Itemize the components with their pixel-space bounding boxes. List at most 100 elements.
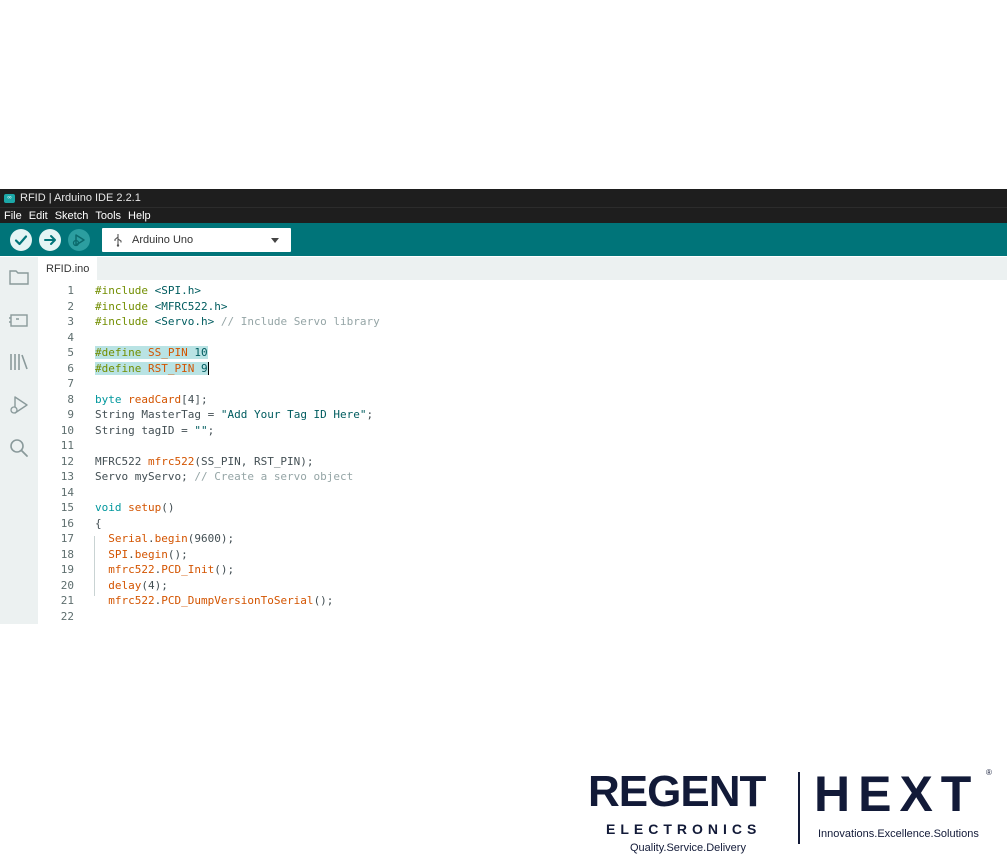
line-content: #include <MFRC522.h> xyxy=(95,300,227,313)
code-token: "" xyxy=(194,423,208,437)
code-line[interactable]: 15 void setup() xyxy=(38,500,1007,516)
line-number: 15 xyxy=(60,501,74,515)
code-token: delay xyxy=(108,578,142,592)
code-token: #define xyxy=(95,361,148,375)
board-selector[interactable]: Arduino Uno xyxy=(102,228,291,252)
code-line[interactable]: 1 #include <SPI.h> xyxy=(38,283,1007,299)
code-editor[interactable]: 1 #include <SPI.h> 2 #include <MFRC522.h> 3 #… xyxy=(38,280,1007,624)
code-token: (SS_PIN, RST_PIN); xyxy=(194,454,314,468)
code-line[interactable]: 12 MFRC522 mfrc522(SS_PIN, RST_PIN); xyxy=(38,454,1007,470)
code-line[interactable]: 10 String tagID = ""; xyxy=(38,423,1007,439)
brand-logos: REGENT ELECTRONICS Quality.Service.Deliv… xyxy=(588,768,998,858)
code-token: "Add Your Tag ID Here" xyxy=(220,408,367,422)
line-content: String tagID = ""; xyxy=(95,424,214,437)
title-bar: ∞ RFID | Arduino IDE 2.2.1 xyxy=(0,189,1007,207)
code-token: setup xyxy=(128,501,162,515)
line-number: 20 xyxy=(60,578,74,592)
line-number: 17 xyxy=(60,532,74,546)
code-line[interactable]: 7 xyxy=(38,376,1007,392)
debug-icon[interactable] xyxy=(8,394,30,416)
code-lines: 1 #include <SPI.h> 2 #include <MFRC522.h> 3 #… xyxy=(38,280,1007,624)
code-token: PCD_DumpVersionToSerial xyxy=(161,594,314,608)
board-icon[interactable] xyxy=(8,309,30,331)
upload-button[interactable] xyxy=(39,229,61,251)
code-token: . xyxy=(148,532,155,546)
search-icon[interactable] xyxy=(8,437,30,459)
code-line[interactable]: 4 xyxy=(38,330,1007,346)
library-icon[interactable] xyxy=(8,351,30,373)
code-token: mfrc522 xyxy=(147,454,195,468)
code-line[interactable]: 8 byte readCard[4]; xyxy=(38,392,1007,408)
code-line[interactable]: 3 #include <Servo.h> // Include Servo lib… xyxy=(38,314,1007,330)
menu-file[interactable]: File xyxy=(4,210,22,222)
code-line[interactable]: 20 delay(4); xyxy=(38,578,1007,594)
menu-edit[interactable]: Edit xyxy=(29,210,48,222)
line-content: mfrc522.PCD_DumpVersionToSerial(); xyxy=(95,594,333,607)
line-number: 13 xyxy=(60,470,74,484)
code-token: <Servo.h> xyxy=(154,315,215,329)
line-content: String MasterTag = "Add Your Tag ID Here… xyxy=(95,408,373,421)
line-content: #include <Servo.h> // Include Servo libr… xyxy=(95,315,380,328)
code-token: . xyxy=(128,547,135,561)
code-token: (); xyxy=(313,594,334,608)
code-token: mfrc522 xyxy=(108,594,155,608)
line-number: 9 xyxy=(67,408,74,422)
regent-logo-text: REGENT xyxy=(588,767,766,816)
code-line[interactable]: 16 { xyxy=(38,516,1007,532)
code-token: PCD_Init xyxy=(161,563,215,577)
code-token: Servo myServo; xyxy=(95,470,195,484)
menu-sketch[interactable]: Sketch xyxy=(55,210,89,222)
usb-icon xyxy=(114,234,122,247)
code-line[interactable]: 22 xyxy=(38,609,1007,625)
line-content: MFRC522 mfrc522(SS_PIN, RST_PIN); xyxy=(95,455,314,468)
code-token: SPI xyxy=(108,547,129,561)
code-token: ; xyxy=(366,408,374,422)
menu-tools[interactable]: Tools xyxy=(95,210,121,222)
line-number: 12 xyxy=(60,454,74,468)
verify-button[interactable] xyxy=(10,229,32,251)
debug-button[interactable] xyxy=(68,229,90,251)
code-token: begin xyxy=(134,547,168,561)
code-token: RST_PIN xyxy=(147,361,201,375)
code-line[interactable]: 11 xyxy=(38,438,1007,454)
line-number: 11 xyxy=(60,439,74,453)
code-token: MFRC522 xyxy=(95,454,148,468)
line-number: 14 xyxy=(60,485,74,499)
tab-bar: RFID.ino xyxy=(38,257,1007,280)
code-line[interactable]: 2 #include <MFRC522.h> xyxy=(38,299,1007,315)
code-line[interactable]: 19 mfrc522.PCD_Init(); xyxy=(38,562,1007,578)
code-line[interactable]: 5 #define SS_PIN 10 xyxy=(38,345,1007,361)
line-content: { xyxy=(95,517,102,530)
code-token: void xyxy=(95,501,129,515)
menu-help[interactable]: Help xyxy=(128,210,151,222)
code-token: [4]; xyxy=(181,392,208,406)
code-line[interactable]: 21 mfrc522.PCD_DumpVersionToSerial(); xyxy=(38,593,1007,609)
code-line[interactable]: 17 Serial.begin(9600); xyxy=(38,531,1007,547)
registered-mark: ® xyxy=(986,768,992,777)
tab-rfid-ino[interactable]: RFID.ino xyxy=(38,257,98,280)
line-content: byte readCard[4]; xyxy=(95,393,208,406)
code-line[interactable]: 6 #define RST_PIN 9 xyxy=(38,361,1007,377)
line-number: 5 xyxy=(67,346,74,360)
toolbar: Arduino Uno xyxy=(0,223,1007,256)
arduino-ide-window: ∞ RFID | Arduino IDE 2.2.1 File Edit Ske… xyxy=(0,189,1007,624)
sidebar xyxy=(0,257,38,624)
line-number: 4 xyxy=(67,330,74,344)
line-content: void setup() xyxy=(95,501,175,514)
line-content: #define RST_PIN 9 xyxy=(95,361,209,375)
window-title: RFID | Arduino IDE 2.2.1 xyxy=(20,192,141,204)
line-content: delay(4); xyxy=(95,579,168,592)
code-line[interactable]: 13 Servo myServo; // Create a servo objec… xyxy=(38,469,1007,485)
folder-icon[interactable] xyxy=(8,266,30,288)
line-number: 7 xyxy=(67,377,74,391)
code-line[interactable]: 18 SPI.begin(); xyxy=(38,547,1007,563)
code-line[interactable]: 14 xyxy=(38,485,1007,501)
line-number: 2 xyxy=(67,299,74,313)
code-token: Serial xyxy=(108,532,148,546)
code-token: #include xyxy=(95,284,155,298)
code-token: SS_PIN xyxy=(147,346,195,360)
code-line[interactable]: 9 String MasterTag = "Add Your Tag ID Her… xyxy=(38,407,1007,423)
code-token: String MasterTag = xyxy=(95,408,221,422)
